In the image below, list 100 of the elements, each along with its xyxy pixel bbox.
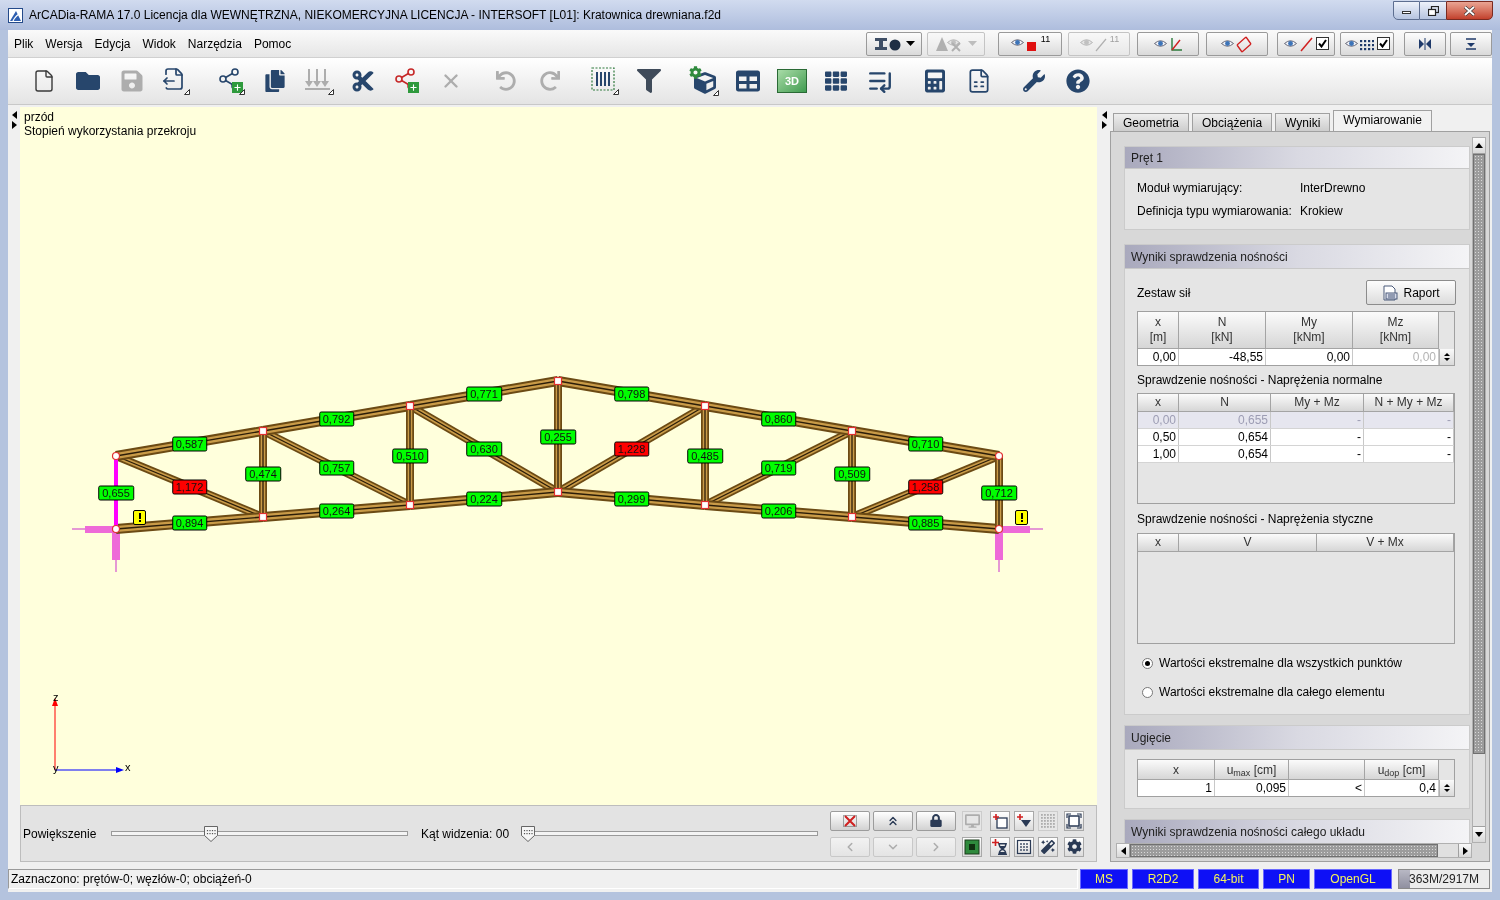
utilization-tag: 0,710 bbox=[907, 436, 944, 451]
view-toggle-button[interactable] bbox=[1340, 31, 1394, 56]
close-button[interactable] bbox=[1446, 1, 1493, 20]
folder-icon bbox=[75, 69, 101, 93]
dotted-cross-icon bbox=[842, 813, 858, 828]
checkbox[interactable] bbox=[1316, 37, 1329, 50]
utilization-tag: 0,894 bbox=[171, 515, 208, 531]
axis-label: y bbox=[53, 762, 59, 774]
horizontal-scrollbar[interactable] bbox=[1116, 843, 1472, 858]
scroll-left-button[interactable] bbox=[1117, 844, 1130, 857]
table-cell: 1 bbox=[1138, 780, 1215, 796]
filter-icon bbox=[637, 69, 661, 93]
vertical-scrollbar[interactable] bbox=[1472, 137, 1486, 843]
slider-track[interactable] bbox=[521, 825, 818, 842]
redo-icon bbox=[540, 71, 560, 91]
view-nav-button[interactable] bbox=[916, 810, 956, 831]
file-icon bbox=[32, 67, 56, 95]
slider-track[interactable] bbox=[111, 825, 408, 842]
grid-icon bbox=[825, 70, 847, 92]
scroll-down-button[interactable] bbox=[1473, 826, 1485, 842]
table-title: Sprawdzenie nośności - Naprężenia normalne bbox=[1137, 372, 1384, 388]
tab[interactable]: Obciążenia bbox=[1192, 113, 1273, 131]
scroll-right-button[interactable] bbox=[1458, 844, 1471, 857]
menu-item[interactable]: Widok bbox=[139, 34, 179, 53]
scrollbar-thumb[interactable] bbox=[1473, 154, 1485, 754]
utilization-tag: 1,228 bbox=[613, 441, 650, 457]
table-cell: - bbox=[1364, 412, 1454, 428]
monitor-icon bbox=[964, 813, 980, 828]
view-toggle-button[interactable] bbox=[1450, 31, 1492, 56]
view-nav-button[interactable] bbox=[830, 810, 870, 831]
table-row[interactable]: 1,00 0,654 - - bbox=[1138, 446, 1454, 463]
axis-label: z bbox=[53, 691, 59, 703]
scrollbar-thumb[interactable] bbox=[1130, 844, 1438, 857]
view-toggle-button[interactable] bbox=[1206, 31, 1268, 56]
table-row[interactable]: 0,50 0,654 - - bbox=[1138, 429, 1454, 446]
view-toggle-button[interactable] bbox=[866, 31, 922, 56]
report-button[interactable]: Raport bbox=[1366, 280, 1456, 305]
view-tool-button[interactable] bbox=[1014, 836, 1034, 857]
utilization-tag: 1,258 bbox=[907, 479, 944, 494]
tab[interactable]: Geometria bbox=[1113, 113, 1190, 131]
eye-line-icon bbox=[1283, 35, 1313, 52]
column-header: x [m] bbox=[1138, 312, 1179, 349]
view-tool-button[interactable] bbox=[990, 836, 1010, 857]
menu-item[interactable]: Edycja bbox=[91, 34, 134, 53]
node-marker bbox=[553, 376, 563, 386]
menu-item[interactable]: Pomoc bbox=[250, 34, 295, 53]
utilization-tag: 0,719 bbox=[760, 460, 797, 476]
table-cell: 0,095 bbox=[1215, 780, 1289, 796]
table-cell: 0,655 bbox=[1179, 412, 1271, 428]
view-tool-button[interactable] bbox=[1064, 836, 1084, 857]
help-icon bbox=[1066, 69, 1090, 93]
section-header: Pręt 1 bbox=[1125, 147, 1469, 169]
maximize-button[interactable] bbox=[1420, 1, 1446, 20]
view-toggle-button[interactable] bbox=[1277, 31, 1335, 56]
field-value: InterDrewno bbox=[1300, 179, 1366, 197]
column-header: u$_{dop}$ [cm] bbox=[1365, 760, 1439, 780]
column-header: x bbox=[1138, 760, 1215, 780]
view-tool-button[interactable] bbox=[962, 836, 982, 857]
table-cell: 0,00 bbox=[1138, 349, 1179, 365]
radio-button[interactable] bbox=[1142, 657, 1153, 669]
checkbox[interactable] bbox=[1377, 37, 1390, 50]
column-header: My [kNm] bbox=[1266, 312, 1353, 349]
view-toggle-button[interactable] bbox=[1404, 31, 1446, 56]
view-nav-button[interactable] bbox=[873, 810, 913, 831]
down-arrow-bar-icon bbox=[1464, 36, 1478, 51]
slider-thumb[interactable] bbox=[204, 825, 219, 842]
node-marker bbox=[405, 401, 415, 411]
view-toggle-button[interactable] bbox=[1137, 31, 1199, 56]
tab[interactable]: Wymiarowanie bbox=[1333, 110, 1432, 131]
beam-ball-icon bbox=[873, 35, 903, 52]
menu-item[interactable]: Plik bbox=[11, 34, 37, 53]
tab[interactable]: Wyniki bbox=[1275, 113, 1331, 131]
table-cell: - bbox=[1364, 429, 1454, 445]
table-cell: 0,654 bbox=[1179, 446, 1271, 462]
utilization-tag: 0,485 bbox=[687, 448, 723, 463]
radio-button[interactable] bbox=[1142, 686, 1153, 698]
slider-thumb[interactable] bbox=[521, 825, 535, 842]
view-tool-button[interactable] bbox=[1064, 810, 1084, 831]
spinner[interactable] bbox=[1439, 349, 1454, 365]
scroll-up-button[interactable] bbox=[1473, 138, 1485, 154]
view-tool-button[interactable] bbox=[1038, 836, 1058, 857]
spreadsheet-icon bbox=[966, 67, 992, 95]
spinner[interactable] bbox=[1439, 780, 1454, 796]
column-header: V + Mx bbox=[1317, 534, 1454, 552]
view-tool-button[interactable] bbox=[1014, 810, 1034, 831]
menu-item[interactable]: Wersja bbox=[42, 34, 86, 53]
column-header: N + My + Mz bbox=[1364, 394, 1454, 412]
view-toggle-button[interactable]: 11 bbox=[998, 31, 1062, 56]
close-icon bbox=[1464, 5, 1475, 16]
table-cell: 0,00 bbox=[1266, 349, 1353, 365]
minimize-button[interactable] bbox=[1393, 1, 1420, 20]
table-cell: < bbox=[1289, 780, 1365, 796]
status-indicator: OpenGL bbox=[1314, 869, 1392, 889]
checkmark-icon bbox=[1379, 39, 1388, 48]
menu-item[interactable]: Narzędzia bbox=[184, 34, 245, 53]
filled-square-icon bbox=[964, 838, 980, 855]
dotted-square-icon bbox=[1040, 812, 1056, 829]
table-cell: - bbox=[1364, 446, 1454, 462]
table-cell: - bbox=[1271, 446, 1364, 462]
utilization-tag: 0,860 bbox=[760, 411, 797, 426]
